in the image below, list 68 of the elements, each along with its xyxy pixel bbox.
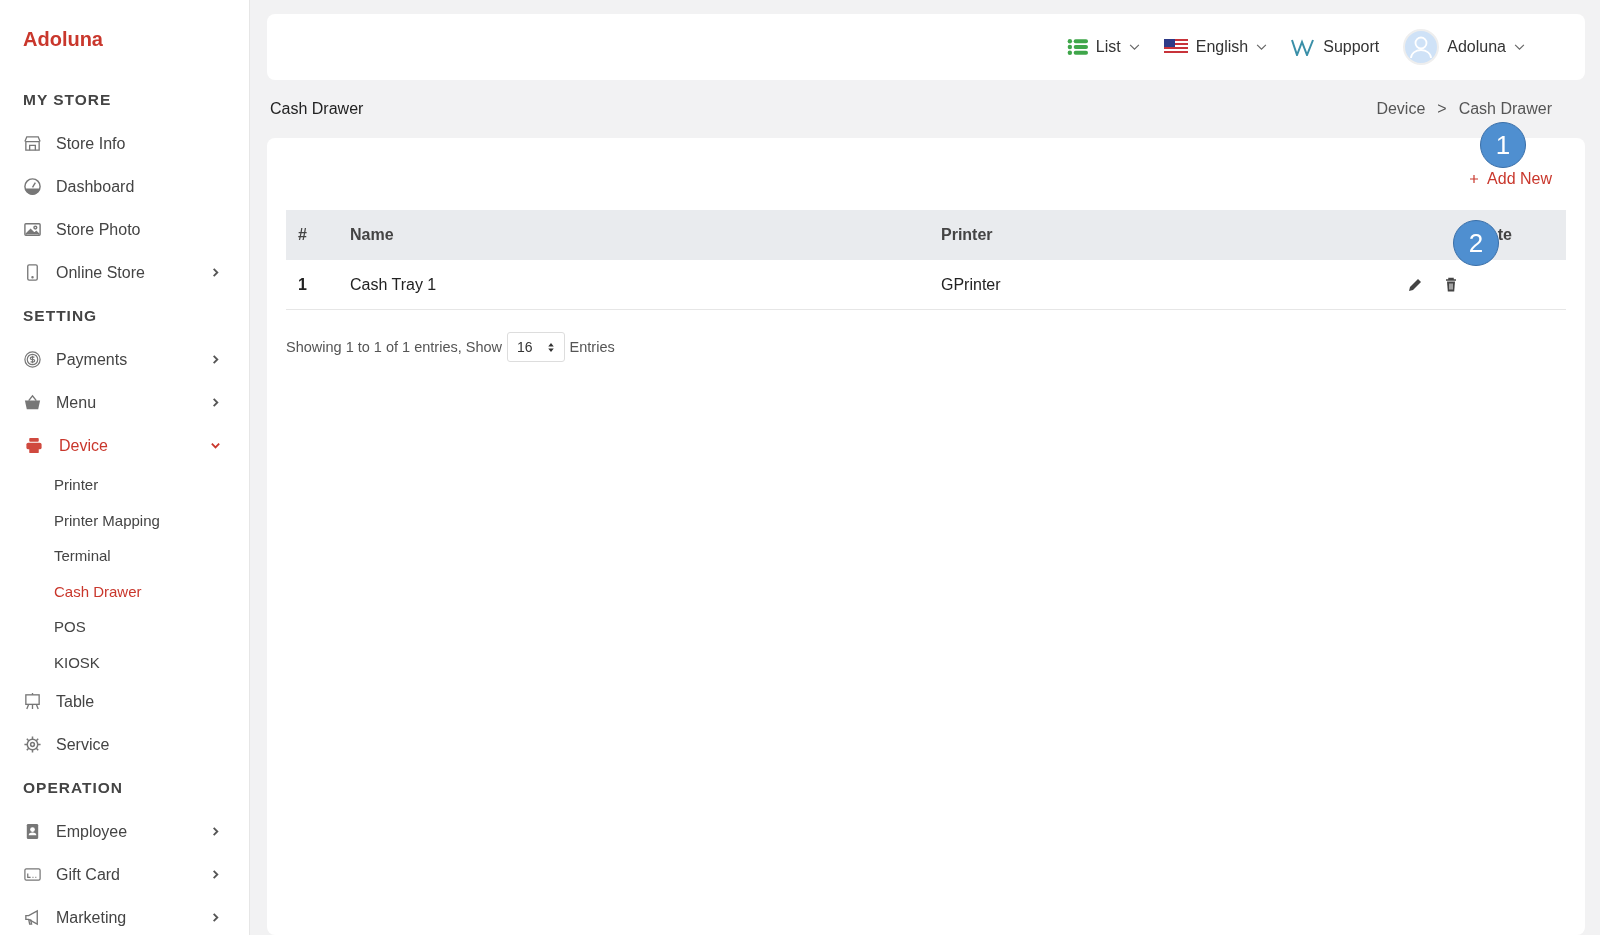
- gear-icon: [23, 735, 42, 754]
- chevron-down-icon: [1514, 43, 1525, 51]
- brand-logo[interactable]: Adoluna: [23, 26, 103, 52]
- delete-icon[interactable]: [1443, 276, 1459, 293]
- sidebar-item[interactable]: Gift Card: [23, 853, 249, 896]
- sidebar-item[interactable]: Store Photo: [23, 208, 249, 251]
- avatar-icon: [1403, 29, 1440, 65]
- sidebar-item[interactable]: Store Info: [23, 122, 249, 165]
- table-cell: GPrinter: [940, 260, 1402, 310]
- view-menu[interactable]: List: [1066, 38, 1140, 56]
- w-logo-icon: [1291, 38, 1316, 56]
- printer-icon: [23, 436, 45, 455]
- basket-icon: [23, 393, 42, 412]
- section-heading: OPERATION: [23, 778, 124, 798]
- language-menu[interactable]: English: [1163, 38, 1268, 56]
- sidebar-subitem[interactable]: Printer: [23, 467, 249, 503]
- plus-icon: [1469, 174, 1480, 184]
- breadcrumb-item[interactable]: Device: [1376, 100, 1426, 118]
- chevron-right-icon: [210, 912, 221, 923]
- chevron-right-icon: [210, 354, 221, 365]
- sidebar-item[interactable]: Device: [23, 424, 249, 467]
- coin-icon: [23, 350, 42, 369]
- gauge-icon: [23, 177, 42, 196]
- sidebar-item[interactable]: Dashboard: [23, 165, 249, 208]
- card-icon: [23, 865, 42, 884]
- sidebar-item[interactable]: Marketing: [23, 896, 249, 935]
- list-icon: [1066, 38, 1088, 56]
- sidebar-item[interactable]: Employee: [23, 810, 249, 853]
- chevron-right-icon: [210, 397, 221, 408]
- sidebar-item[interactable]: Online Store: [23, 251, 249, 294]
- callout-marker: 1: [1480, 122, 1526, 168]
- page-size-select[interactable]: 16: [507, 332, 565, 362]
- chevron-down-icon: [1128, 43, 1140, 51]
- sidebar-item[interactable]: Payments: [23, 338, 249, 381]
- add-new-button[interactable]: Add New: [1469, 170, 1552, 188]
- section-heading: MY STORE: [23, 90, 113, 110]
- chevron-right-icon: [210, 267, 221, 278]
- support-link[interactable]: Support: [1291, 38, 1380, 56]
- table-cell: 1: [286, 260, 349, 310]
- breadcrumb-separator: >: [1437, 100, 1447, 118]
- sidebar-item[interactable]: Service: [23, 723, 249, 766]
- sidebar-subitem[interactable]: POS: [23, 609, 249, 645]
- photo-icon: [23, 220, 42, 239]
- sidebar-subitem[interactable]: KIOSK: [23, 644, 249, 680]
- store-icon: [23, 134, 42, 153]
- entries-label: Entries: [569, 339, 615, 355]
- sidebar-subitem[interactable]: Terminal: [23, 538, 249, 574]
- section-heading: SETTING: [23, 306, 99, 326]
- table-cell: Cash Tray 1: [349, 260, 940, 310]
- sidebar-subitem[interactable]: Printer Mapping: [23, 502, 249, 538]
- user-menu[interactable]: Adoluna: [1403, 29, 1525, 65]
- chevron-right-icon: [210, 826, 221, 837]
- chevron-down-icon: [210, 440, 221, 451]
- sort-arrows-icon: [546, 341, 555, 353]
- chevron-right-icon: [210, 869, 221, 880]
- edit-icon[interactable]: [1407, 276, 1423, 293]
- column-header: Name: [349, 210, 940, 260]
- breadcrumb-item[interactable]: Cash Drawer: [1458, 100, 1552, 118]
- flag-icon: [1163, 39, 1188, 55]
- sidebar-subitem[interactable]: Cash Drawer: [23, 573, 249, 609]
- chevron-down-icon: [1256, 43, 1268, 51]
- column-header: #: [286, 210, 349, 260]
- easel-icon: [23, 692, 42, 711]
- sidebar-item[interactable]: Table: [23, 680, 249, 723]
- entries-summary: Showing 1 to 1 of 1 entries, Show: [286, 339, 503, 355]
- sidebar-item[interactable]: Menu: [23, 381, 249, 424]
- column-header: Printer: [940, 210, 1402, 260]
- page-title: Cash Drawer: [270, 100, 364, 118]
